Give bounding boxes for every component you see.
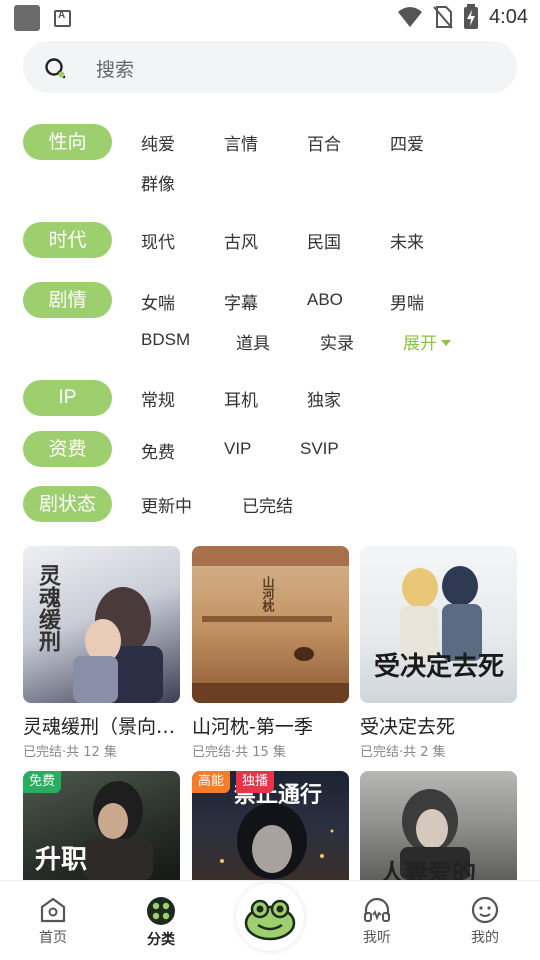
filter-option[interactable]: 言情: [224, 130, 258, 155]
cover-title: 灵魂缓刑: [35, 564, 60, 652]
filter-option[interactable]: 男喘: [390, 289, 424, 314]
cover-title: 人妻爱的: [380, 859, 476, 880]
drama-meta: 已完结·共 2 集: [360, 745, 446, 760]
filter-option[interactable]: 现代: [141, 228, 175, 253]
cover-title: 受决定去死: [374, 652, 505, 682]
filter-option[interactable]: 免费: [141, 438, 175, 463]
search-bar[interactable]: 搜索: [23, 41, 517, 93]
nav-home[interactable]: 首页: [23, 895, 83, 947]
filter-label-status: 剧状态: [23, 486, 112, 522]
cover-art: [192, 546, 349, 703]
filter-option[interactable]: ABO: [307, 290, 343, 310]
app-notification-icon: [14, 5, 40, 31]
home-icon: [40, 897, 66, 923]
drama-cover[interactable]: 升职 免费: [23, 771, 180, 880]
filter-option[interactable]: 字幕: [224, 289, 258, 314]
filter-label-orientation: 性向: [23, 124, 112, 160]
filter-option[interactable]: 已完结: [242, 492, 293, 517]
drama-title[interactable]: 灵魂缓刑（景向…: [23, 712, 183, 739]
filter-option[interactable]: SVIP: [300, 439, 339, 459]
filter-option[interactable]: VIP: [224, 439, 251, 459]
drama-cover[interactable]: 人妻爱的: [360, 771, 517, 880]
filter-label-era: 时代: [23, 222, 112, 258]
high-energy-badge: 高能: [192, 771, 231, 793]
filter-option[interactable]: 纯爱: [141, 130, 175, 155]
filter-option[interactable]: 女喘: [141, 289, 175, 314]
filter-option[interactable]: 古风: [224, 228, 258, 253]
battery-charging-icon: [464, 4, 479, 29]
expand-label: 展开: [403, 334, 437, 354]
center-play-button[interactable]: [236, 883, 304, 951]
nav-home-label: 首页: [39, 930, 67, 946]
filter-option[interactable]: 实录: [320, 329, 354, 354]
nav-listen-label: 我听: [363, 930, 391, 946]
filter-label-plot: 剧情: [23, 282, 112, 318]
filter-option[interactable]: 民国: [307, 228, 341, 253]
frog-icon: [244, 899, 296, 941]
accessibility-icon: [54, 9, 71, 27]
exclusive-badge: 独播: [236, 771, 275, 793]
drama-title[interactable]: 山河枕-第一季: [192, 712, 352, 739]
filter-option[interactable]: 未来: [390, 228, 424, 253]
filter-label-ip: IP: [23, 380, 112, 416]
headphones-icon: [364, 897, 390, 922]
cover-title: 升职: [35, 845, 88, 875]
nav-mine[interactable]: 我的: [455, 895, 515, 947]
drama-meta: 已完结·共 15 集: [192, 745, 286, 760]
drama-cover[interactable]: 受决定去死: [360, 546, 517, 703]
profile-face-icon: [471, 896, 499, 924]
nav-category-label: 分类: [147, 932, 175, 948]
status-bar: 4:04: [0, 0, 540, 36]
drama-cover[interactable]: 灵魂缓刑: [23, 546, 180, 703]
filter-label-fee: 资费: [23, 431, 112, 467]
expand-button[interactable]: 展开: [403, 329, 451, 354]
filter-option[interactable]: BDSM: [141, 330, 190, 350]
filter-option[interactable]: 道具: [236, 329, 270, 354]
drama-title[interactable]: 受决定去死: [360, 712, 520, 739]
filter-option[interactable]: 更新中: [141, 492, 192, 517]
no-sim-icon: [433, 6, 453, 29]
drama-meta: 已完结·共 12 集: [23, 745, 117, 760]
wifi-icon: [398, 7, 423, 27]
search-input[interactable]: 搜索: [96, 55, 134, 82]
triangle-down-icon: [441, 340, 451, 346]
filter-option[interactable]: 群像: [141, 170, 175, 195]
cover-title: 山河枕: [261, 576, 275, 612]
filter-option[interactable]: 独家: [307, 386, 341, 411]
nav-listen[interactable]: 我听: [347, 895, 407, 947]
filter-option[interactable]: 耳机: [224, 386, 258, 411]
drama-cover[interactable]: 山河枕: [192, 546, 349, 703]
nav-mine-label: 我的: [471, 930, 499, 946]
category-icon: [147, 897, 175, 925]
filter-option[interactable]: 四爱: [390, 130, 424, 155]
search-icon: [45, 58, 66, 79]
filter-option[interactable]: 常规: [141, 386, 175, 411]
nav-category[interactable]: 分类: [131, 895, 191, 949]
free-badge: 免费: [23, 771, 62, 793]
drama-cover[interactable]: 禁止通行 高能 独播: [192, 771, 349, 880]
clock: 4:04: [489, 5, 528, 28]
filter-option[interactable]: 百合: [307, 130, 341, 155]
